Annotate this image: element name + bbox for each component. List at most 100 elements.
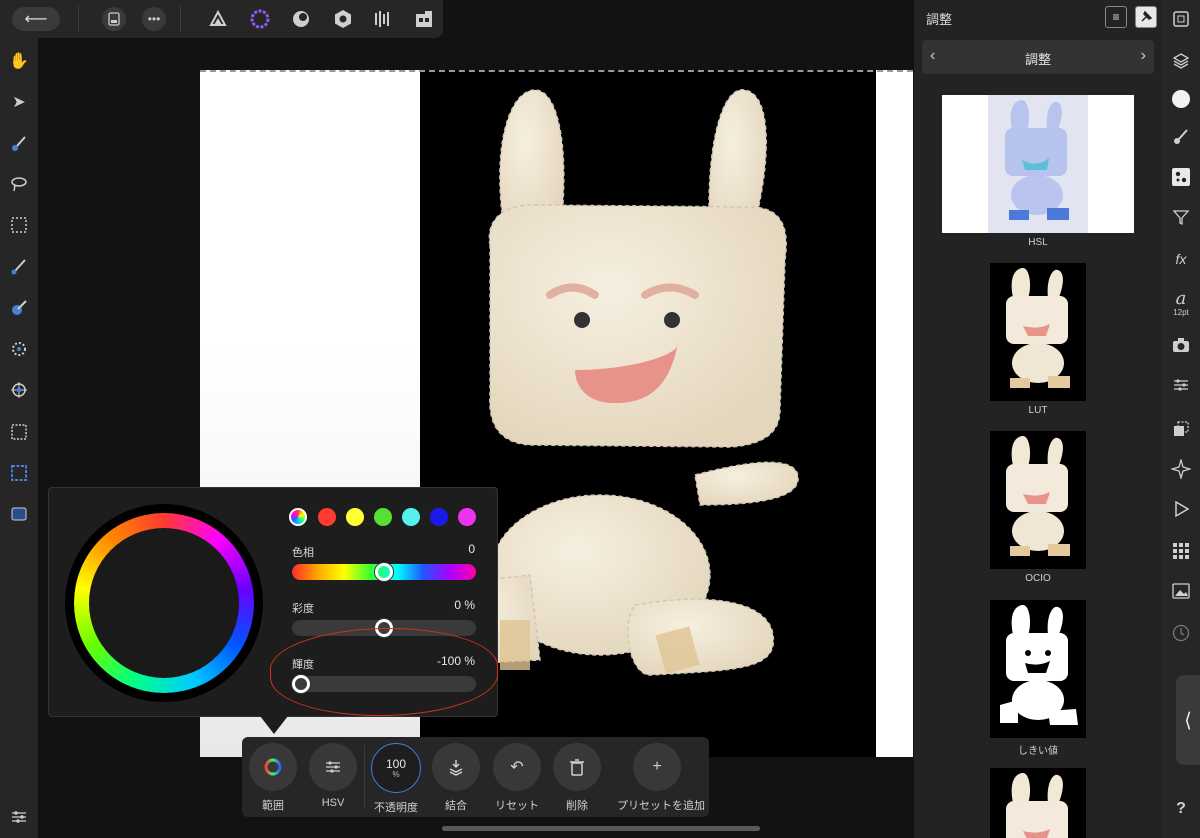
- hue-slider[interactable]: [292, 563, 476, 581]
- collapse-studio-tab[interactable]: ⟨: [1176, 675, 1200, 765]
- layers-button[interactable]: [1170, 50, 1192, 72]
- yellow-swatch[interactable]: [346, 508, 364, 526]
- adjustment-preset-ocio[interactable]: OCIO: [914, 431, 1162, 584]
- tone-mapping-persona-button[interactable]: [332, 8, 354, 30]
- popover-pointer: [260, 716, 288, 734]
- chevron-right-icon[interactable]: ›: [1141, 47, 1146, 65]
- channels-icon: [1174, 421, 1189, 436]
- ocio-thumbnail: [990, 431, 1086, 569]
- adjustments-tab-button[interactable]: [1170, 166, 1192, 188]
- section-title: 調整: [1024, 52, 1051, 67]
- clock-icon: [1172, 624, 1190, 642]
- liquify-persona-button[interactable]: [249, 8, 271, 30]
- undo-arrow-icon: ↶: [510, 759, 524, 776]
- export-persona-button[interactable]: [372, 8, 394, 30]
- merge-button[interactable]: 結合: [427, 743, 485, 813]
- channels-button[interactable]: [1170, 418, 1192, 440]
- toolbar-divider: [78, 6, 79, 32]
- settings-button[interactable]: [8, 806, 30, 828]
- reset-circle: ↶: [493, 743, 541, 791]
- white-background-right: [876, 70, 913, 757]
- color-wheel[interactable]: [65, 504, 263, 702]
- share-button[interactable]: [413, 8, 435, 30]
- adjustment-preset-lut[interactable]: LUT: [914, 263, 1162, 416]
- cyan-swatch[interactable]: [402, 508, 420, 526]
- liquify-persona-icon: [250, 9, 270, 29]
- next-character-preview: [1006, 773, 1068, 838]
- fx-icon: fx: [1175, 251, 1187, 267]
- selection-brush-tool[interactable]: [8, 256, 30, 278]
- layers-icon: [1172, 53, 1190, 69]
- opacity-value: 100: [385, 756, 407, 771]
- list-view-button[interactable]: ≡: [1105, 6, 1127, 28]
- adjustment-preset-next[interactable]: [914, 768, 1162, 838]
- marquee-tool[interactable]: [8, 214, 30, 236]
- master-swatch[interactable]: [289, 508, 307, 526]
- transform-button[interactable]: [1170, 374, 1192, 396]
- hsv-circle: [309, 743, 357, 791]
- rect-selection-tool[interactable]: [8, 421, 30, 443]
- brush-tool[interactable]: [8, 133, 30, 155]
- plus-icon: +: [652, 758, 662, 775]
- navigator-compass-button[interactable]: [1170, 458, 1192, 480]
- hsv-button[interactable]: HSV: [304, 743, 362, 809]
- patch-tool[interactable]: [8, 379, 30, 401]
- next-thumbnail: [990, 768, 1086, 838]
- canvas-area[interactable]: [38, 38, 914, 838]
- back-button[interactable]: ⟵: [12, 7, 60, 31]
- lasso-tool[interactable]: [8, 173, 30, 195]
- lasso-icon: [11, 177, 27, 192]
- macros-play-button[interactable]: [1170, 498, 1192, 520]
- flood-select-tool[interactable]: [8, 297, 30, 319]
- reset-button[interactable]: ↶ リセット: [488, 743, 546, 813]
- magenta-swatch[interactable]: [458, 508, 476, 526]
- filters-button[interactable]: [1170, 206, 1192, 228]
- text-styles-button[interactable]: a 12pt: [1170, 285, 1192, 321]
- blue-swatch[interactable]: [430, 508, 448, 526]
- photo-persona-button[interactable]: [207, 8, 229, 30]
- pin-button[interactable]: [1135, 6, 1157, 28]
- range-button[interactable]: 範囲: [244, 743, 302, 813]
- top-toolbar: ⟵ •••: [0, 0, 443, 38]
- fx-button[interactable]: fx: [1170, 248, 1192, 270]
- trash-icon: [570, 759, 584, 776]
- opacity-button[interactable]: 100 % 不透明度: [367, 743, 425, 815]
- color-button[interactable]: [1170, 88, 1192, 110]
- text-a-icon: a: [1175, 287, 1187, 309]
- delete-label: 削除: [566, 800, 588, 812]
- develop-persona-button[interactable]: [290, 8, 312, 30]
- stock-images-button[interactable]: [1170, 580, 1192, 602]
- text-size-label: 12pt: [1173, 307, 1189, 317]
- history-button[interactable]: [1170, 622, 1192, 644]
- sliders-icon: [326, 761, 340, 773]
- hue-ring[interactable]: [74, 513, 254, 693]
- help-label: ?: [1176, 800, 1186, 817]
- adjustment-preset-hsl[interactable]: HSL: [914, 95, 1162, 248]
- hsl-thumbnail: [942, 95, 1134, 233]
- pin-icon: [1141, 10, 1153, 22]
- selection-marquee: [200, 70, 913, 72]
- document-menu-button[interactable]: [102, 7, 126, 31]
- sponge-tool[interactable]: [8, 338, 30, 360]
- hand-tool[interactable]: ✋: [8, 50, 30, 72]
- hue-slider-knob[interactable]: [375, 563, 393, 581]
- home-indicator[interactable]: [442, 826, 760, 831]
- red-swatch[interactable]: [318, 508, 336, 526]
- adjustment-preset-threshold[interactable]: しきい値: [914, 600, 1162, 757]
- patch-icon: [11, 382, 27, 398]
- opacity-dial: 100 %: [371, 743, 421, 793]
- help-button[interactable]: ?: [1170, 798, 1192, 820]
- selected-rect-tool[interactable]: [8, 462, 30, 484]
- merge-label: 結合: [445, 800, 467, 812]
- hue-value: 0: [468, 542, 475, 556]
- navigator-button[interactable]: [1170, 8, 1192, 30]
- add-preset-button[interactable]: + プリセットを追加: [617, 743, 705, 813]
- swatches-grid-button[interactable]: [1170, 540, 1192, 562]
- move-tool[interactable]: ➤: [8, 91, 30, 113]
- more-button[interactable]: •••: [142, 7, 166, 31]
- brushes-button[interactable]: [1170, 126, 1192, 148]
- camera-button[interactable]: [1170, 334, 1192, 356]
- layer-tool[interactable]: [8, 503, 30, 525]
- green-swatch[interactable]: [374, 508, 392, 526]
- delete-button[interactable]: 削除: [548, 743, 606, 813]
